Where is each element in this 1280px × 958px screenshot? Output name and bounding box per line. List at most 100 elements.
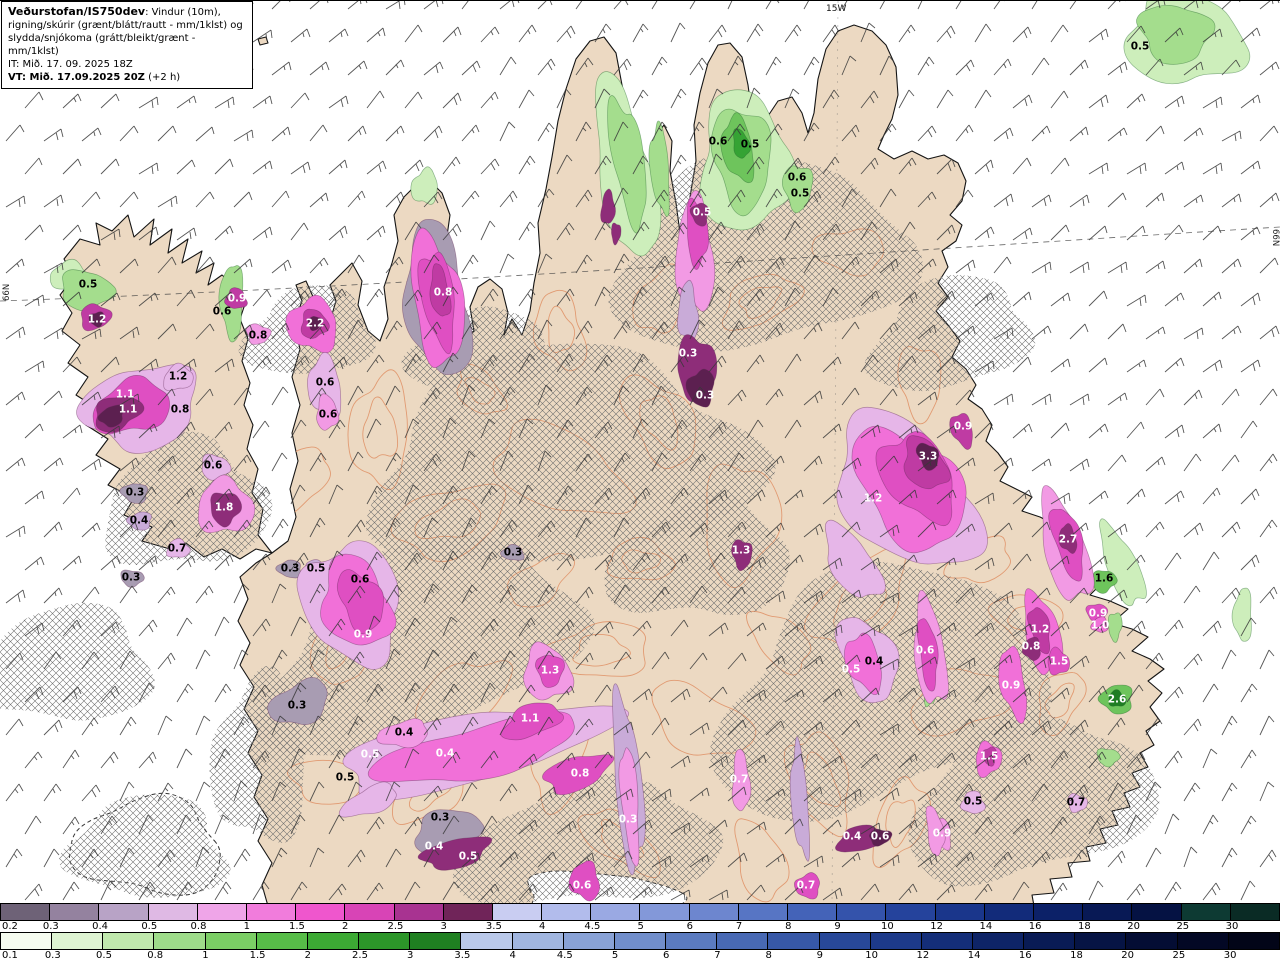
svg-text:1.6: 1.6 [1095, 573, 1114, 585]
latitude-label-right: 66N [1270, 229, 1280, 246]
rain-scale-tick-label: 18 [1077, 921, 1091, 932]
rain-scale-tick-label: 3 [440, 921, 447, 932]
snow-scale-tick-label: 5 [611, 950, 619, 958]
svg-text:2.6: 2.6 [1108, 694, 1127, 706]
svg-text:1.5: 1.5 [980, 751, 999, 763]
svg-text:0.5: 0.5 [79, 279, 98, 291]
svg-text:0.5: 0.5 [459, 851, 478, 863]
svg-text:0.6: 0.6 [316, 377, 335, 389]
svg-text:0.8: 0.8 [571, 768, 590, 780]
svg-text:0.5: 0.5 [741, 139, 760, 151]
rain-scale-cell [1229, 904, 1279, 920]
rain-scale-cell [934, 904, 984, 920]
rain-scale-tick-label: 2.5 [387, 921, 404, 932]
snow-scale-cell [51, 933, 103, 949]
snow-scale-tick-label: 25 [1172, 950, 1186, 958]
snow-scale-cell [562, 933, 614, 949]
svg-text:0.3: 0.3 [122, 572, 141, 584]
svg-text:0.5: 0.5 [842, 664, 861, 676]
svg-text:0.6: 0.6 [204, 460, 223, 472]
rain-scale-cell [1131, 904, 1181, 920]
rain-scale-tick-label: 0.8 [190, 921, 207, 932]
rain-scale-tick-label: 25 [1176, 921, 1190, 932]
svg-text:1.2: 1.2 [169, 371, 188, 383]
svg-text:1.2: 1.2 [864, 493, 883, 505]
svg-text:1.1: 1.1 [116, 389, 135, 401]
snow-scale-tick-label: 20 [1121, 950, 1135, 958]
svg-text:0.6: 0.6 [213, 306, 232, 318]
precipitation-legend: 0.2 0.3 0.4 0.5 0.8 1 1.5 2 2.5 3 3.5 4 4.5 5 6 7 8 9 10 12… [0, 903, 1280, 958]
rain-scale-tick-label: 20 [1127, 921, 1140, 932]
snow-scale-tick-label: 2.5 [352, 950, 368, 958]
svg-text:0.4: 0.4 [865, 656, 884, 668]
rain-scale-tick-label: 0.3 [42, 921, 59, 932]
snow-scale-cell [204, 933, 256, 949]
svg-text:0.7: 0.7 [168, 543, 187, 555]
snow-scale-tick-label: 30 [1223, 950, 1237, 958]
snow-scale-cell [767, 933, 819, 949]
rain-scale-cell [1082, 904, 1132, 920]
meridian-label: 15W [826, 4, 846, 14]
rain-scale-cell [393, 904, 443, 920]
map-title-box: Veðurstofan/IS750dev: Vindur (10m), rign… [1, 1, 253, 90]
snow-scale-tick-label: 0.8 [147, 950, 164, 958]
rain-scale-cell [1032, 904, 1083, 920]
rain-scale-cell [1180, 904, 1230, 920]
rain-scale-cell [836, 904, 886, 920]
snow-scale-cell [665, 933, 717, 949]
svg-text:0.3: 0.3 [126, 487, 145, 499]
svg-text:0.3: 0.3 [619, 814, 638, 826]
rain-scale-cell [245, 904, 296, 920]
svg-text:1.3: 1.3 [732, 545, 751, 557]
svg-text:0.3: 0.3 [696, 390, 715, 402]
snow-scale-tick-label: 0.3 [44, 950, 61, 958]
snow-scale-tick-label: 1 [202, 950, 209, 958]
rain-scale-cell [49, 904, 99, 920]
rain-scale-cell [639, 904, 689, 920]
rain-scale-tick-label: 0.4 [92, 921, 108, 932]
snow-scale-cell [358, 933, 410, 949]
snow-scale-cell [920, 933, 972, 949]
rain-scale-cell [590, 904, 640, 920]
svg-text:3.3: 3.3 [919, 451, 938, 463]
snow-scale-tick-label: 16 [1018, 950, 1032, 958]
svg-text:0.4: 0.4 [395, 727, 414, 739]
svg-text:0.5: 0.5 [791, 188, 810, 200]
rain-scale-tick-label: 14 [979, 921, 993, 932]
svg-text:0.7: 0.7 [1067, 797, 1086, 809]
svg-text:0.5: 0.5 [693, 207, 712, 219]
svg-text:0.3: 0.3 [504, 547, 523, 559]
rain-scale-tick-label: 9 [834, 921, 841, 932]
title-line-2: rigning/skúrir (grænt/blátt/rautt - mm/1… [8, 20, 243, 32]
snow-scale-cell [869, 933, 921, 949]
snow-scale-tick-label: 7 [714, 950, 721, 958]
svg-text:0.5: 0.5 [964, 796, 983, 808]
svg-text:0.4: 0.4 [130, 515, 149, 527]
svg-text:1.1: 1.1 [521, 713, 540, 725]
svg-text:0.9: 0.9 [354, 629, 373, 641]
snow-scale-tick-label: 1.5 [249, 950, 266, 958]
rain-scale-labels: 0.2 0.3 0.4 0.5 0.8 1 1.5 2 2.5 3 3.5 4 4.5 5 6 7 8 9 10 12… [0, 921, 1280, 932]
svg-text:0.3: 0.3 [679, 348, 698, 360]
weather-map-app: 15W 66N 66N 0.5 0.6 0.5 0.6 0.5 0.5 0.3 0.3 0.5 1.2 0… [0, 0, 1280, 958]
rain-scale-tick-label: 0.2 [2, 921, 18, 932]
svg-text:2.7: 2.7 [1059, 534, 1078, 546]
svg-text:1.5: 1.5 [1050, 656, 1069, 668]
rain-scale-tick-label: 12 [930, 921, 944, 932]
rain-scale-cell [147, 904, 197, 920]
title-line-1: Veðurstofan/IS750dev: Vindur (10m), [8, 5, 221, 18]
rain-scale-cell [442, 904, 492, 920]
svg-text:0.9: 0.9 [933, 828, 952, 840]
title-line-4: IT: Mið. 17. 09. 2025 18Z [8, 59, 133, 71]
snow-scale-cell [255, 933, 307, 949]
rain-scale-cell [737, 904, 787, 920]
svg-text:2.2: 2.2 [306, 318, 325, 330]
snow-scale-cell [1074, 933, 1126, 949]
map-canvas: 15W 66N 66N 0.5 0.6 0.5 0.6 0.5 0.5 0.3 0.3 0.5 1.2 0… [0, 0, 1280, 904]
snow-scale-cell [613, 933, 666, 949]
rain-scale-cell [688, 904, 738, 920]
snow-scale-cell [1227, 933, 1279, 949]
svg-text:0.9: 0.9 [228, 293, 247, 305]
snow-scale-tick-label: 6 [663, 950, 670, 958]
snow-scale-cell [153, 933, 205, 949]
